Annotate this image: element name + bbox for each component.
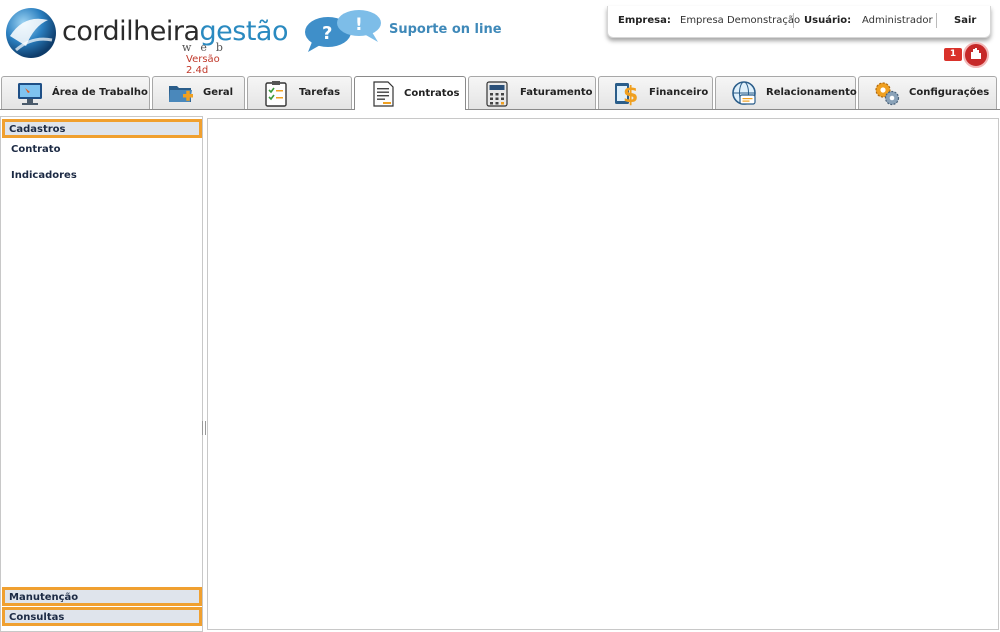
gears-icon	[875, 82, 900, 106]
main-content-area	[207, 118, 999, 630]
checklist-icon	[265, 81, 287, 107]
logo-wordmark: cordilheiragestão	[62, 16, 288, 47]
logout-link[interactable]: Sair	[954, 15, 976, 26]
tab-contratos[interactable]: Contratos	[354, 76, 466, 110]
calculator-icon	[486, 81, 508, 107]
globe-logo-icon	[6, 8, 56, 58]
folder-add-icon	[169, 86, 193, 102]
svg-text:?: ?	[322, 23, 332, 44]
logo-part1: cordilheira	[62, 16, 200, 47]
support-online-button[interactable]: ? ! Suporte on line	[302, 6, 502, 54]
chat-globe-icon	[732, 81, 756, 105]
tab-label: Configurações	[909, 87, 990, 98]
monitor-icon	[18, 83, 42, 105]
support-label: Suporte on line	[389, 22, 502, 37]
alert-hand-icon	[971, 48, 981, 59]
tab-area-de-trabalho[interactable]: Área de Trabalho	[1, 76, 150, 109]
section-header-manutencao[interactable]: Manutenção	[2, 587, 202, 606]
tab-configuracoes[interactable]: Configurações	[858, 76, 997, 109]
logo-web: web	[182, 41, 232, 54]
tab-geral[interactable]: Geral	[152, 76, 245, 109]
notification-count-badge[interactable]: 1	[944, 48, 962, 61]
company-value: Empresa Demonstração	[680, 15, 801, 26]
user-value: Administrador	[862, 15, 933, 26]
info-separator	[793, 13, 794, 28]
main-tab-bar: Área de Trabalho Geral Tarefas Contratos…	[0, 76, 1000, 110]
section-header-cadastros[interactable]: Cadastros	[2, 119, 202, 138]
app-logo: cordilheiragestão web Versão 2.4d	[4, 4, 288, 76]
chat-bubbles-icon: ? !	[305, 10, 381, 52]
app-header: cordilheiragestão web Versão 2.4d ? ! Su…	[0, 0, 1000, 76]
tab-label: Contratos	[404, 88, 460, 99]
splitter-grip-icon	[202, 421, 206, 435]
sidebar-item-contrato[interactable]: Contrato	[11, 144, 60, 155]
tab-relacionamento[interactable]: Relacionamento	[715, 76, 857, 109]
company-label: Empresa:	[618, 15, 671, 26]
version-label: Versão 2.4d	[186, 54, 220, 76]
tab-label: Tarefas	[299, 87, 341, 98]
notification-bell-icon[interactable]	[963, 42, 989, 68]
sidebar-item-indicadores[interactable]: Indicadores	[11, 170, 77, 181]
tab-financeiro[interactable]: $ Financeiro	[598, 76, 713, 109]
tab-faturamento[interactable]: Faturamento	[468, 76, 596, 109]
tab-tarefas[interactable]: Tarefas	[247, 76, 352, 109]
svg-text:!: !	[355, 15, 363, 35]
tab-label: Relacionamento	[766, 87, 857, 98]
user-label: Usuário:	[804, 15, 852, 26]
tab-label: Área de Trabalho	[52, 87, 148, 98]
tab-label: Geral	[203, 87, 234, 98]
info-separator	[936, 13, 937, 28]
section-header-consultas[interactable]: Consultas	[2, 607, 202, 626]
session-info-bar: Empresa: Empresa Demonstração Usuário: A…	[607, 6, 991, 38]
svg-text:$: $	[623, 83, 638, 107]
sidebar-panel: Cadastros Contrato Indicadores Manutençã…	[0, 116, 203, 632]
panel-splitter[interactable]	[199, 116, 207, 632]
money-icon: $	[615, 83, 638, 107]
tab-label: Financeiro	[649, 87, 709, 98]
tab-label: Faturamento	[520, 87, 593, 98]
document-icon	[373, 81, 394, 107]
